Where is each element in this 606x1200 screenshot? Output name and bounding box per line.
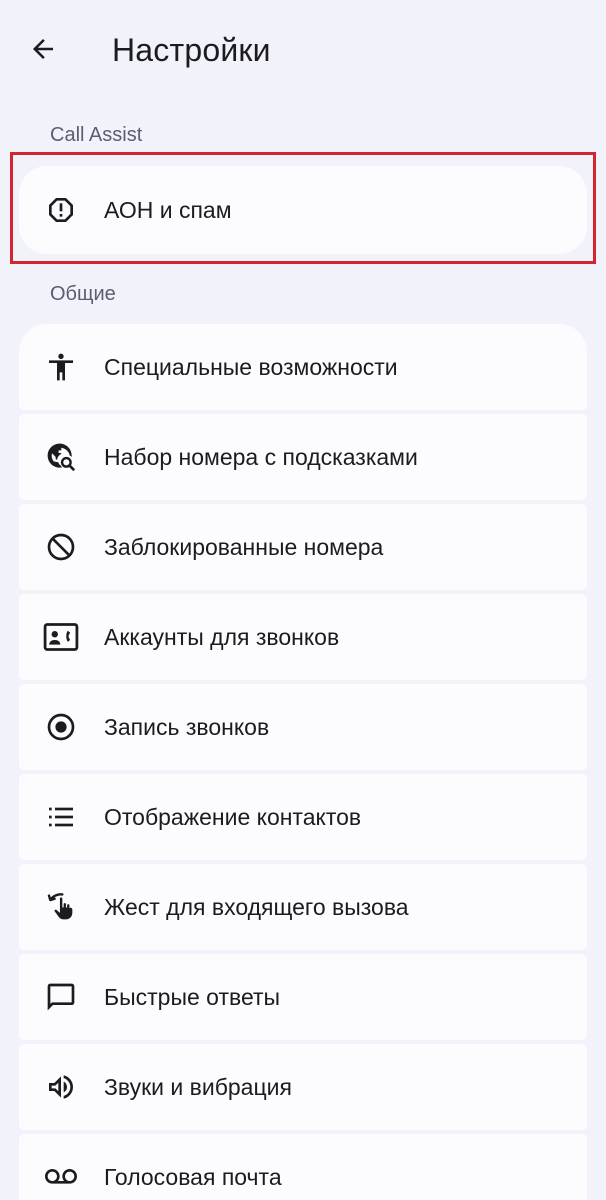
settings-item-label: АОН и спам: [104, 197, 232, 223]
report-octagon-icon: [43, 192, 79, 228]
page-title: Настройки: [112, 32, 271, 68]
travel-explore-icon: [43, 439, 79, 475]
section-header-call-assist: Call Assist: [50, 124, 143, 146]
settings-item-label: Запись звонков: [104, 714, 270, 740]
back-button[interactable]: [20, 26, 66, 72]
settings-item-label: Быстрые ответы: [104, 984, 281, 1010]
record-icon: [43, 709, 79, 745]
settings-item-label: Отображение контактов: [104, 804, 362, 830]
settings-item-display-options[interactable]: Отображение контактов: [19, 774, 587, 860]
settings-item-caller-id-spam[interactable]: АОН и спам: [19, 166, 587, 254]
settings-item-assisted-dialing[interactable]: Набор номера с подсказками: [19, 414, 587, 500]
list-icon: [43, 799, 79, 835]
settings-item-sounds-vibration[interactable]: Звуки и вибрация: [19, 1044, 587, 1130]
settings-item-voicemail[interactable]: Голосовая почта: [19, 1134, 587, 1200]
settings-item-incoming-call-gesture[interactable]: Жест для входящего вызова: [19, 864, 587, 950]
settings-item-label: Звуки и вибрация: [104, 1074, 292, 1100]
arrow-back-icon: [28, 34, 58, 64]
section-header-general: Общие: [50, 283, 116, 305]
accessibility-icon: [43, 349, 79, 385]
settings-item-label: Жест для входящего вызова: [104, 894, 409, 920]
settings-item-quick-responses[interactable]: Быстрые ответы: [19, 954, 587, 1040]
voicemail-icon: [43, 1159, 79, 1195]
top-app-bar: Настройки: [0, 0, 606, 100]
settings-item-calling-accounts[interactable]: Аккаунты для звонков: [19, 594, 587, 680]
block-icon: [43, 529, 79, 565]
settings-item-label: Заблокированные номера: [104, 534, 384, 560]
volume-icon: [43, 1069, 79, 1105]
chat-bubble-icon: [43, 979, 79, 1015]
contact-phone-icon: [43, 619, 79, 655]
settings-item-accessibility[interactable]: Специальные возможности: [19, 324, 587, 410]
settings-item-label: Специальные возможности: [104, 354, 398, 380]
settings-item-call-recording[interactable]: Запись звонков: [19, 684, 587, 770]
settings-item-label: Аккаунты для звонков: [104, 624, 340, 650]
swipe-gesture-icon: [43, 889, 79, 925]
settings-item-label: Набор номера с подсказками: [104, 444, 418, 470]
settings-item-blocked-numbers[interactable]: Заблокированные номера: [19, 504, 587, 590]
settings-item-label: Голосовая почта: [104, 1164, 282, 1190]
